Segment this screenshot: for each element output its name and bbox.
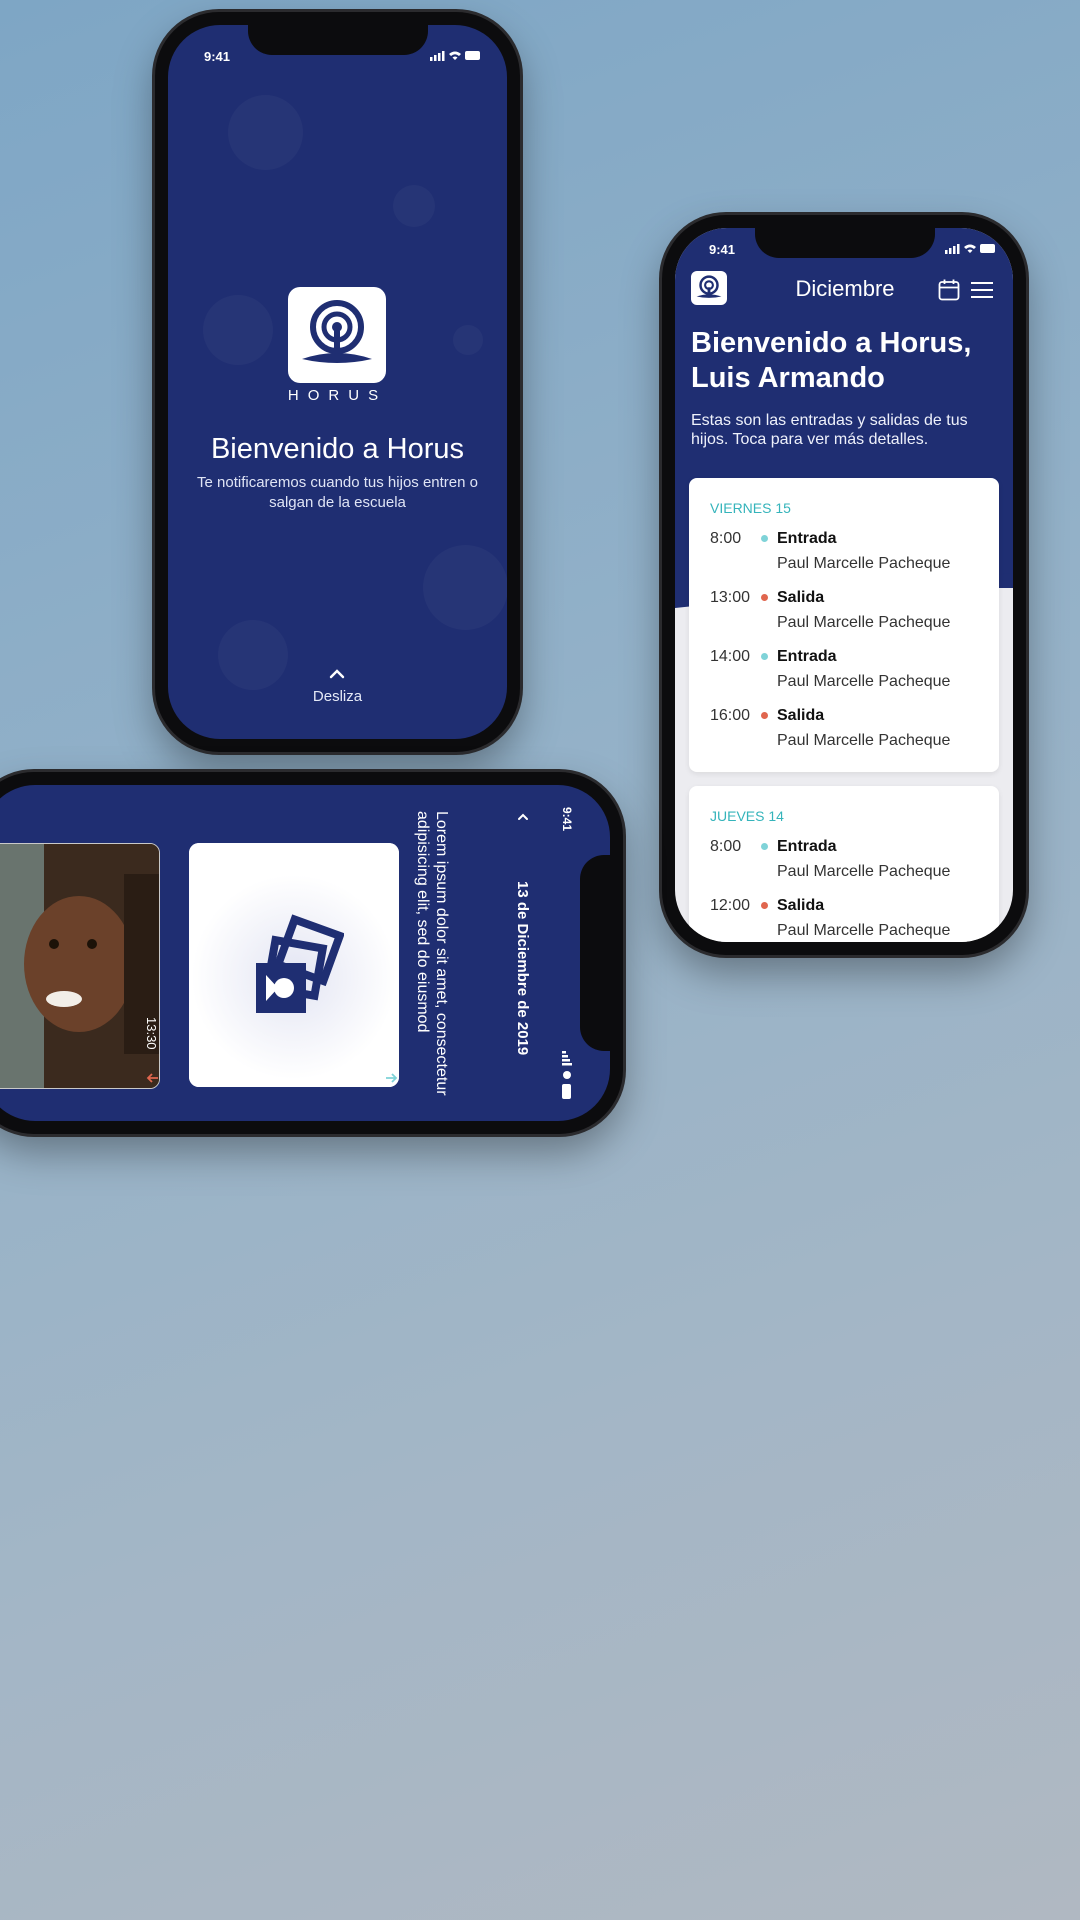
event-time: 16:00 — [710, 707, 751, 724]
event-time: 8:00 — [710, 530, 742, 547]
welcome-screen: 9:41 HORUS Bienvenido a Horus Te notific… — [168, 25, 507, 739]
event-time: 12:00 — [710, 897, 751, 914]
feed-phone: 9:41 Diciembre Bienvenido a Horus, Luis … — [662, 215, 1026, 955]
chevron-up-icon[interactable] — [322, 665, 352, 681]
status-icons — [945, 242, 997, 257]
event-type: Entrada — [777, 838, 837, 855]
feed-screen: 9:41 Diciembre Bienvenido a Horus, Luis … — [675, 228, 1013, 942]
decor-bubble — [453, 325, 483, 355]
event-child: Paul Marcelle Pacheque — [777, 863, 951, 880]
event-time: 14:00 — [710, 648, 751, 665]
event-time: 8:00 — [710, 838, 742, 855]
entry-dot-icon — [761, 843, 768, 850]
photos-icon — [256, 914, 344, 1013]
notch — [755, 228, 935, 258]
calendar-icon[interactable] — [937, 278, 961, 302]
day-card[interactable]: VIERNES 15 8:00 Entrada Paul Marcelle Pa… — [689, 478, 999, 772]
decor-bubble — [218, 620, 288, 690]
logo-wordmark: HORUS — [287, 387, 388, 404]
exit-dot-icon — [761, 902, 768, 909]
day-label: JUEVES 14 — [710, 808, 784, 824]
decor-bubble — [423, 545, 507, 630]
decor-bubble — [203, 295, 273, 365]
status-time: 9:41 — [709, 242, 736, 257]
chevron-up-icon[interactable] — [515, 809, 531, 825]
event-time: 13:00 — [710, 589, 751, 606]
greeting-intro: Estas son las entradas y salidas de tus … — [691, 412, 968, 448]
decor-bubble — [393, 185, 435, 227]
event-child: Paul Marcelle Pacheque — [777, 673, 951, 690]
welcome-phone: 9:41 HORUS Bienvenido a Horus Te notific… — [155, 12, 520, 752]
horus-eye-icon — [696, 275, 722, 298]
day-card[interactable]: JUEVES 14 8:00 Entrada Paul Marcelle Pac… — [689, 786, 999, 942]
exit-dot-icon — [761, 712, 768, 719]
event-child: Paul Marcelle Pacheque — [777, 732, 951, 749]
status-time: 9:41 — [204, 49, 231, 64]
event-child: Paul Marcelle Pacheque — [777, 614, 951, 631]
welcome-subtitle: Te notificaremos cuando tus hijos entren… — [197, 474, 478, 511]
photo-placeholder[interactable] — [189, 843, 399, 1087]
entry-dot-icon — [761, 535, 768, 542]
exit-time: 13:30 — [144, 1017, 159, 1050]
event-type: Salida — [777, 707, 825, 724]
event-child: Paul Marcelle Pacheque — [777, 555, 951, 572]
hamburger-menu-icon[interactable] — [970, 280, 994, 300]
notch — [248, 25, 428, 55]
signal-wifi-battery-icon — [945, 244, 995, 254]
arrow-left-icon — [146, 1073, 158, 1083]
horus-logo — [288, 287, 386, 383]
greeting-title: Bienvenido a Horus, Luis Armando — [691, 327, 972, 394]
child-photo-image — [0, 844, 159, 1088]
event-type: Entrada — [777, 530, 837, 547]
detail-screen: 13:30 08:30 Lorem ipsum dolor sit amet, … — [0, 785, 610, 1121]
horus-eye-icon — [302, 300, 372, 363]
welcome-title: Bienvenido a Horus — [210, 433, 465, 465]
event-type: Entrada — [777, 648, 837, 665]
signal-wifi-battery-icon — [562, 1051, 572, 1099]
child-photo[interactable] — [0, 843, 160, 1089]
notch — [580, 855, 610, 1051]
decor-bubble — [228, 95, 303, 170]
detail-phone: 13:30 08:30 Lorem ipsum dolor sit amet, … — [0, 772, 623, 1134]
event-child: Paul Marcelle Pacheque — [777, 922, 951, 939]
detail-body: Lorem ipsum dolor sit amet, consectetur … — [414, 811, 450, 1096]
detail-date: 13 de Diciembre de 2019 — [514, 881, 531, 1056]
horus-logo-small[interactable] — [691, 271, 727, 305]
entry-time: 08:30 — [382, 1017, 397, 1050]
month-title[interactable]: Diciembre — [765, 276, 925, 302]
event-type: Salida — [777, 589, 825, 606]
entry-dot-icon — [761, 653, 768, 660]
swipe-label[interactable]: Desliza — [168, 688, 507, 705]
status-icons — [430, 49, 482, 64]
exit-dot-icon — [761, 594, 768, 601]
day-label: VIERNES 15 — [710, 500, 791, 516]
status-time: 9:41 — [560, 807, 574, 832]
arrow-right-icon — [386, 1073, 398, 1083]
event-type: Salida — [777, 897, 825, 914]
signal-wifi-battery-icon — [430, 51, 480, 61]
